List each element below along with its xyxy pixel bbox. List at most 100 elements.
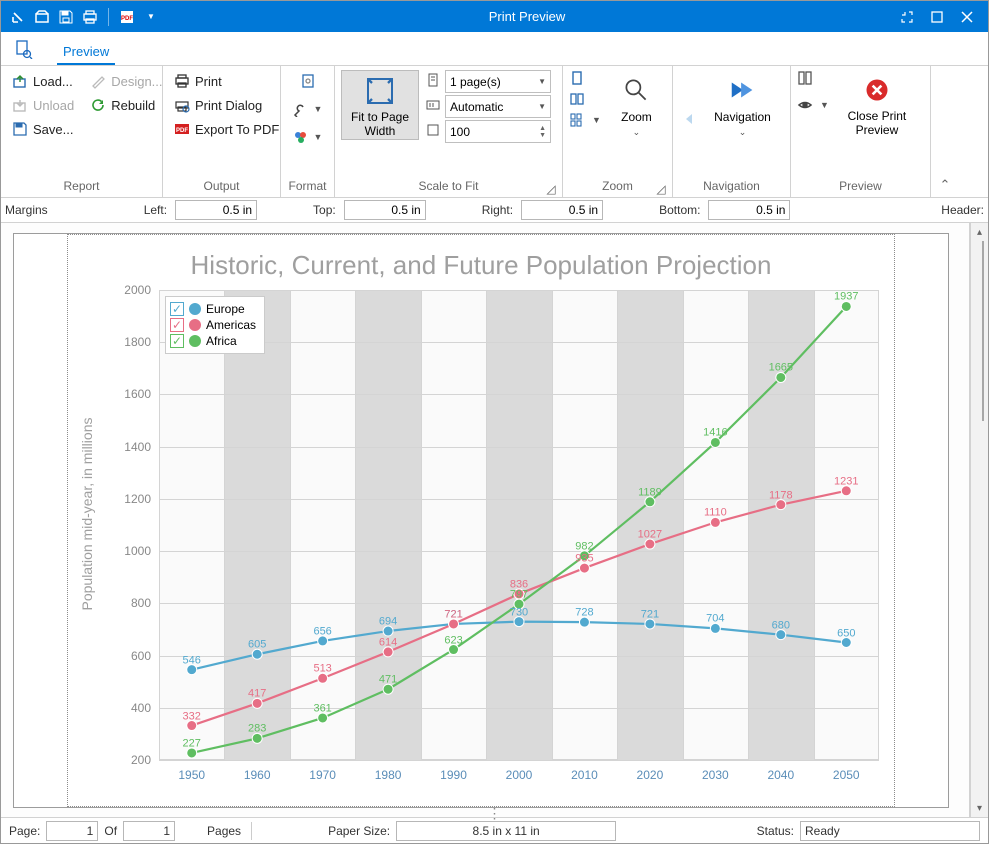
zoom-button[interactable]: Zoom⌄ (607, 70, 666, 138)
group-label-navigation: Navigation (673, 175, 790, 197)
svg-text:PDF: PDF (121, 16, 133, 22)
navigation-icon (727, 74, 759, 106)
export-pdf-button[interactable]: PDF Export To PDF (169, 118, 284, 140)
ribbon-collapse-icon[interactable]: ⌃ (931, 66, 959, 197)
y-tick: 200 (131, 753, 159, 767)
group-label-zoom: Zoom◿ (563, 175, 672, 197)
legend-label: Africa (206, 334, 237, 348)
paper-size-field[interactable]: 8.5 in x 11 in (396, 821, 616, 841)
qat-clear-icon[interactable] (9, 8, 27, 26)
point-label: 1189 (638, 486, 662, 498)
load-button[interactable]: Load... (7, 70, 79, 92)
export-pdf-label: Export To PDF (195, 122, 279, 137)
file-preview-icon[interactable] (7, 35, 39, 65)
print-button[interactable]: Print (169, 70, 284, 92)
multi-page-icon[interactable]: ▼ (569, 112, 601, 128)
rebuild-label: Rebuild (111, 98, 155, 113)
preview-area: Historic, Current, and Future Population… (1, 223, 988, 817)
page: Historic, Current, and Future Population… (13, 233, 949, 808)
page-field[interactable]: 1 (46, 821, 98, 841)
margin-bottom-label: Bottom: (659, 203, 700, 217)
legend-item[interactable]: ✓ Europe (170, 301, 256, 317)
close-icon[interactable] (958, 8, 976, 26)
scroll-up-icon[interactable]: ▴ (971, 223, 988, 241)
unload-button: Unload (7, 94, 79, 116)
x-tick: 1970 (309, 760, 336, 782)
legend-checkbox[interactable]: ✓ (170, 302, 184, 316)
svg-text:PDF: PDF (176, 128, 188, 134)
y-tick: 1800 (124, 335, 159, 349)
nav-prev-icon[interactable] (682, 111, 698, 130)
navigation-button[interactable]: Navigation⌄ (704, 70, 782, 138)
two-page-icon[interactable] (569, 91, 585, 110)
x-tick: 1980 (375, 760, 402, 782)
point-label: 650 (837, 627, 855, 639)
pages-combo[interactable]: 1 page(s)▼ (445, 70, 551, 93)
vertical-scrollbar[interactable]: ▴ ⋮ ▾ (970, 223, 988, 817)
margin-header-label: Header: (941, 203, 984, 217)
fit-page-width-button[interactable]: Fit to Page Width (341, 70, 419, 140)
auto-combo[interactable]: Automatic▼ (445, 95, 551, 118)
preview-canvas[interactable]: Historic, Current, and Future Population… (1, 223, 970, 817)
legend-marker-icon (189, 303, 201, 315)
y-tick: 1600 (124, 387, 159, 401)
chart-title: Historic, Current, and Future Population… (14, 250, 948, 281)
qat-print-icon[interactable] (81, 8, 99, 26)
legend-marker-icon (189, 319, 201, 331)
view-mode-icon[interactable]: ▼ (797, 97, 829, 113)
zoom-launcher-icon[interactable]: ◿ (654, 178, 668, 192)
y-tick: 600 (131, 649, 159, 663)
palette-icon (293, 129, 309, 145)
qat-separator (108, 8, 109, 26)
x-tick: 2050 (833, 760, 860, 782)
save-button[interactable]: Save... (7, 118, 79, 140)
chart-legend: ✓ Europe✓Americas✓ Africa (165, 296, 265, 354)
margin-left-field[interactable]: 0.5 in (175, 200, 257, 220)
total-pages-field: 1 (123, 821, 175, 841)
y-tick: 800 (131, 596, 159, 610)
point-label: 797 (510, 589, 528, 601)
legend-checkbox[interactable]: ✓ (170, 334, 184, 348)
qat-open-icon[interactable] (33, 8, 51, 26)
scale-launcher-icon[interactable]: ◿ (544, 178, 558, 192)
legend-item[interactable]: ✓ Africa (170, 333, 256, 349)
print-dialog-button[interactable]: Print Dialog (169, 94, 284, 116)
x-tick: 2010 (571, 760, 598, 782)
zoom-spinner[interactable]: 100▲▼ (445, 120, 551, 143)
maximize-icon[interactable] (928, 8, 946, 26)
margin-right-label: Right: (482, 203, 513, 217)
unload-icon (12, 97, 28, 113)
margin-right-field[interactable]: 0.5 in (521, 200, 603, 220)
rebuild-button[interactable]: Rebuild (85, 94, 167, 116)
print-icon (174, 73, 190, 89)
point-label: 546 (183, 654, 201, 666)
unload-label: Unload (33, 98, 74, 113)
point-label: 417 (248, 688, 266, 700)
legend-checkbox[interactable]: ✓ (170, 318, 184, 332)
single-page-icon[interactable] (569, 70, 585, 89)
margin-bottom-field[interactable]: 0.5 in (708, 200, 790, 220)
point-label: 656 (313, 625, 331, 637)
design-label: Design... (111, 74, 162, 89)
restore-full-icon[interactable] (898, 8, 916, 26)
group-label-format: Format (281, 175, 334, 197)
tools-button[interactable]: ▼ (288, 98, 328, 120)
group-label-output: Output (163, 175, 280, 197)
group-label-preview: Preview (791, 175, 930, 197)
pages-label: Pages (207, 824, 241, 838)
x-tick: 1960 (244, 760, 271, 782)
styles-button[interactable]: ▼ (288, 126, 328, 148)
of-label: Of (104, 824, 117, 838)
scroll-thumb[interactable] (982, 241, 984, 421)
qat-dropdown-icon[interactable]: ▼ (142, 8, 160, 26)
legend-item[interactable]: ✓Americas (170, 317, 256, 333)
margin-top-field[interactable]: 0.5 in (344, 200, 426, 220)
close-preview-button[interactable]: Close Print Preview (835, 70, 919, 138)
qat-pdf-icon[interactable]: PDF (118, 8, 136, 26)
x-tick: 1990 (440, 760, 467, 782)
layout-button[interactable] (295, 70, 321, 92)
tab-preview[interactable]: Preview (57, 40, 115, 65)
qat-save-icon[interactable] (57, 8, 75, 26)
thumbnails-icon[interactable] (797, 70, 813, 89)
legend-label: Europe (206, 302, 245, 316)
